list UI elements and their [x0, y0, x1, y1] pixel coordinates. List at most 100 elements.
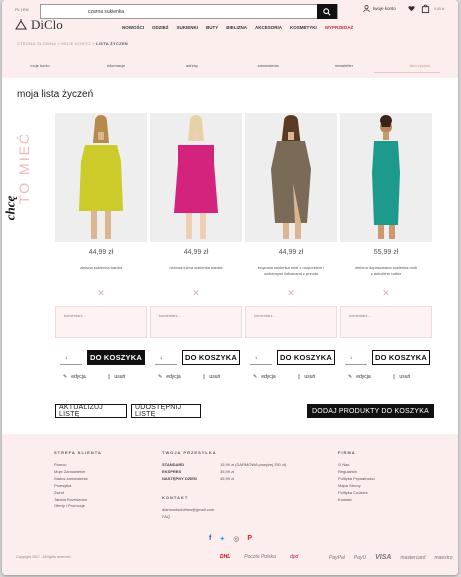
twitter-icon[interactable]: ✦: [219, 535, 225, 543]
nav-item-cosmetics[interactable]: KOSMETYKI: [286, 25, 321, 30]
remove-x-icon[interactable]: ✕: [340, 288, 432, 299]
tab-information[interactable]: informacje: [78, 61, 154, 78]
footer-link[interactable]: Pomoc: [54, 462, 88, 469]
quantity-input[interactable]: 1: [345, 350, 367, 365]
add-to-cart-button[interactable]: DO KOSZYKA: [277, 350, 335, 365]
update-list-button[interactable]: AKTUALIZUJ LISTĘ: [55, 404, 127, 418]
nav-item-dresses[interactable]: SUKIENKI: [173, 25, 203, 30]
footer-link[interactable]: Moje Zamówienie: [54, 469, 88, 476]
quantity-input[interactable]: 1: [250, 350, 272, 365]
nav-item-clothing[interactable]: ODZIEŻ: [148, 25, 173, 30]
tab-orders[interactable]: zamówienia: [230, 61, 306, 78]
breadcrumb-account[interactable]: MOJE KONTO: [61, 41, 90, 46]
remove-x-icon[interactable]: ✕: [150, 288, 242, 299]
edit-link[interactable]: ✎ edycja: [158, 374, 181, 380]
contact-email[interactable]: diamondsclothes@gmail.com: [162, 507, 214, 514]
footer-link[interactable]: Oferty i Promocje: [54, 503, 88, 510]
footer-col1-links: Pomoc Moje Zamówienie Status zamówienia …: [54, 462, 88, 510]
footer-link[interactable]: Mapa Strony: [338, 483, 375, 490]
wishlist-item: 55,99 zł zielona dopasowana sukienka mid…: [340, 113, 432, 338]
add-all-row: DODAJ PRODUKTY DO KOSZYKA: [307, 404, 434, 418]
nav-item-sale[interactable]: WYPRZEDAŻ: [321, 25, 358, 30]
breadcrumb-separator: »: [57, 41, 60, 46]
product-price: 44,99 zł: [88, 249, 114, 256]
logo[interactable]: DiClo: [14, 17, 63, 33]
tab-my-account[interactable]: moje konto: [2, 61, 78, 78]
facebook-icon[interactable]: f: [209, 535, 211, 543]
nav-item-shoes[interactable]: BUTY: [202, 25, 222, 30]
cart-value: 0,00 zł: [434, 7, 445, 11]
remove-x-icon[interactable]: ✕: [245, 288, 337, 299]
search-button[interactable]: [317, 4, 337, 19]
user-icon: [363, 5, 370, 12]
footer-link[interactable]: Regulamin: [338, 469, 375, 476]
item-actions: ✎ edycja ▯ usuń: [253, 374, 315, 380]
tab-addresses[interactable]: adresy: [154, 61, 230, 78]
shipping-values: 15,99 zł (DARMOWA powyżej 250 zł) 35,99 …: [220, 462, 286, 483]
trash-icon: ▯: [202, 374, 206, 380]
edit-link[interactable]: ✎ edycja: [253, 374, 276, 380]
add-to-cart-button[interactable]: DO KOSZYKA: [87, 350, 145, 365]
edit-label: edycja: [261, 374, 276, 380]
add-to-cart-button[interactable]: DO KOSZYKA: [372, 350, 430, 365]
search-input[interactable]: czarna sukienka: [40, 4, 338, 19]
share-list-button[interactable]: UDOSTĘPNIJ LISTĘ: [131, 404, 201, 418]
pinterest-icon[interactable]: P: [247, 535, 252, 543]
footer-link[interactable]: O Nas: [338, 462, 375, 469]
product-price: 44,99 zł: [278, 249, 304, 256]
breadcrumb-home[interactable]: STRONA GŁÓWNA: [17, 41, 56, 46]
footer-link[interactable]: Status zamówienia: [54, 476, 88, 483]
search-icon: [323, 7, 331, 16]
product-name[interactable]: różowa luźna sukienka bardot: [150, 265, 242, 277]
product-image[interactable]: [150, 113, 242, 242]
footer-link[interactable]: Zwrot: [54, 490, 88, 497]
tab-newsletter[interactable]: newsletter: [306, 61, 382, 78]
remove-label: usuń: [209, 374, 221, 380]
remove-link[interactable]: ▯ usuń: [298, 374, 316, 380]
remove-link[interactable]: ▯ usuń: [108, 374, 126, 380]
product-image[interactable]: [55, 113, 147, 242]
cart-button[interactable]: [421, 4, 430, 13]
product-image[interactable]: [340, 113, 432, 242]
wishlist-button[interactable]: [408, 5, 415, 12]
tab-wishlist[interactable]: lista życzeń: [382, 61, 458, 78]
add-all-to-cart-button[interactable]: DODAJ PRODUKTY DO KOSZYKA: [307, 404, 434, 418]
faq-link[interactable]: FAQ: [162, 514, 214, 521]
comment-field[interactable]: komentarz...: [150, 306, 242, 338]
product-image[interactable]: [245, 113, 337, 242]
footer-link[interactable]: Polityka Prywatności: [338, 476, 375, 483]
instagram-icon[interactable]: ◎: [233, 535, 239, 543]
comment-field[interactable]: komentarz...: [245, 306, 337, 338]
comment-field[interactable]: komentarz...: [340, 306, 432, 338]
quantity-input[interactable]: 1: [155, 350, 177, 365]
product-name[interactable]: brązowa sukienka midi z rozporkiem i ozdo…: [245, 265, 337, 277]
add-to-cart-button[interactable]: DO KOSZYKA: [182, 350, 240, 365]
quantity-input[interactable]: 1: [60, 350, 82, 365]
edit-link[interactable]: ✎ edycja: [348, 374, 371, 380]
product-name[interactable]: zielona sukienka bardot: [55, 265, 147, 277]
footer-link[interactable]: Kontakt: [338, 497, 375, 504]
product-name[interactable]: zielona dopasowana sukienka midi z dekolt…: [340, 265, 432, 277]
nav-item-new[interactable]: NOWOŚCI: [118, 25, 148, 30]
breadcrumb-current: LISTA ŻYCZEŃ: [96, 41, 128, 46]
language-switcher[interactable]: PL | EN: [15, 7, 29, 12]
dress-shape-0: [79, 145, 123, 211]
dress-shape-1: [174, 145, 218, 213]
edit-link[interactable]: ✎ edycja: [63, 374, 86, 380]
nav-item-accessories[interactable]: AKCESORIA: [251, 25, 286, 30]
remove-link[interactable]: ▯ usuń: [203, 374, 221, 380]
account-tabs: moje konto informacje adresy zamówienia …: [2, 61, 458, 78]
footer-link[interactable]: Tabela Rozmiarów: [54, 497, 88, 504]
wishlist-item: 44,99 zł różowa luźna sukienka bardot ✕ …: [150, 113, 242, 338]
product-name-line2: ozdobnymi falbanami z przodu: [263, 271, 319, 276]
comment-field[interactable]: komentarz...: [55, 306, 147, 338]
dress-shape-3: [372, 141, 400, 225]
edit-label: edycja: [166, 374, 181, 380]
nav-item-lingerie[interactable]: BIELIZNA: [222, 25, 251, 30]
remove-x-icon[interactable]: ✕: [55, 288, 147, 299]
footer-link[interactable]: Przesyłka: [54, 483, 88, 490]
account-link[interactable]: twoje konto: [363, 5, 396, 12]
remove-link[interactable]: ▯ usuń: [393, 374, 411, 380]
product-price: 44,99 zł: [183, 249, 209, 256]
footer-link[interactable]: Polityka Cookies: [338, 490, 375, 497]
